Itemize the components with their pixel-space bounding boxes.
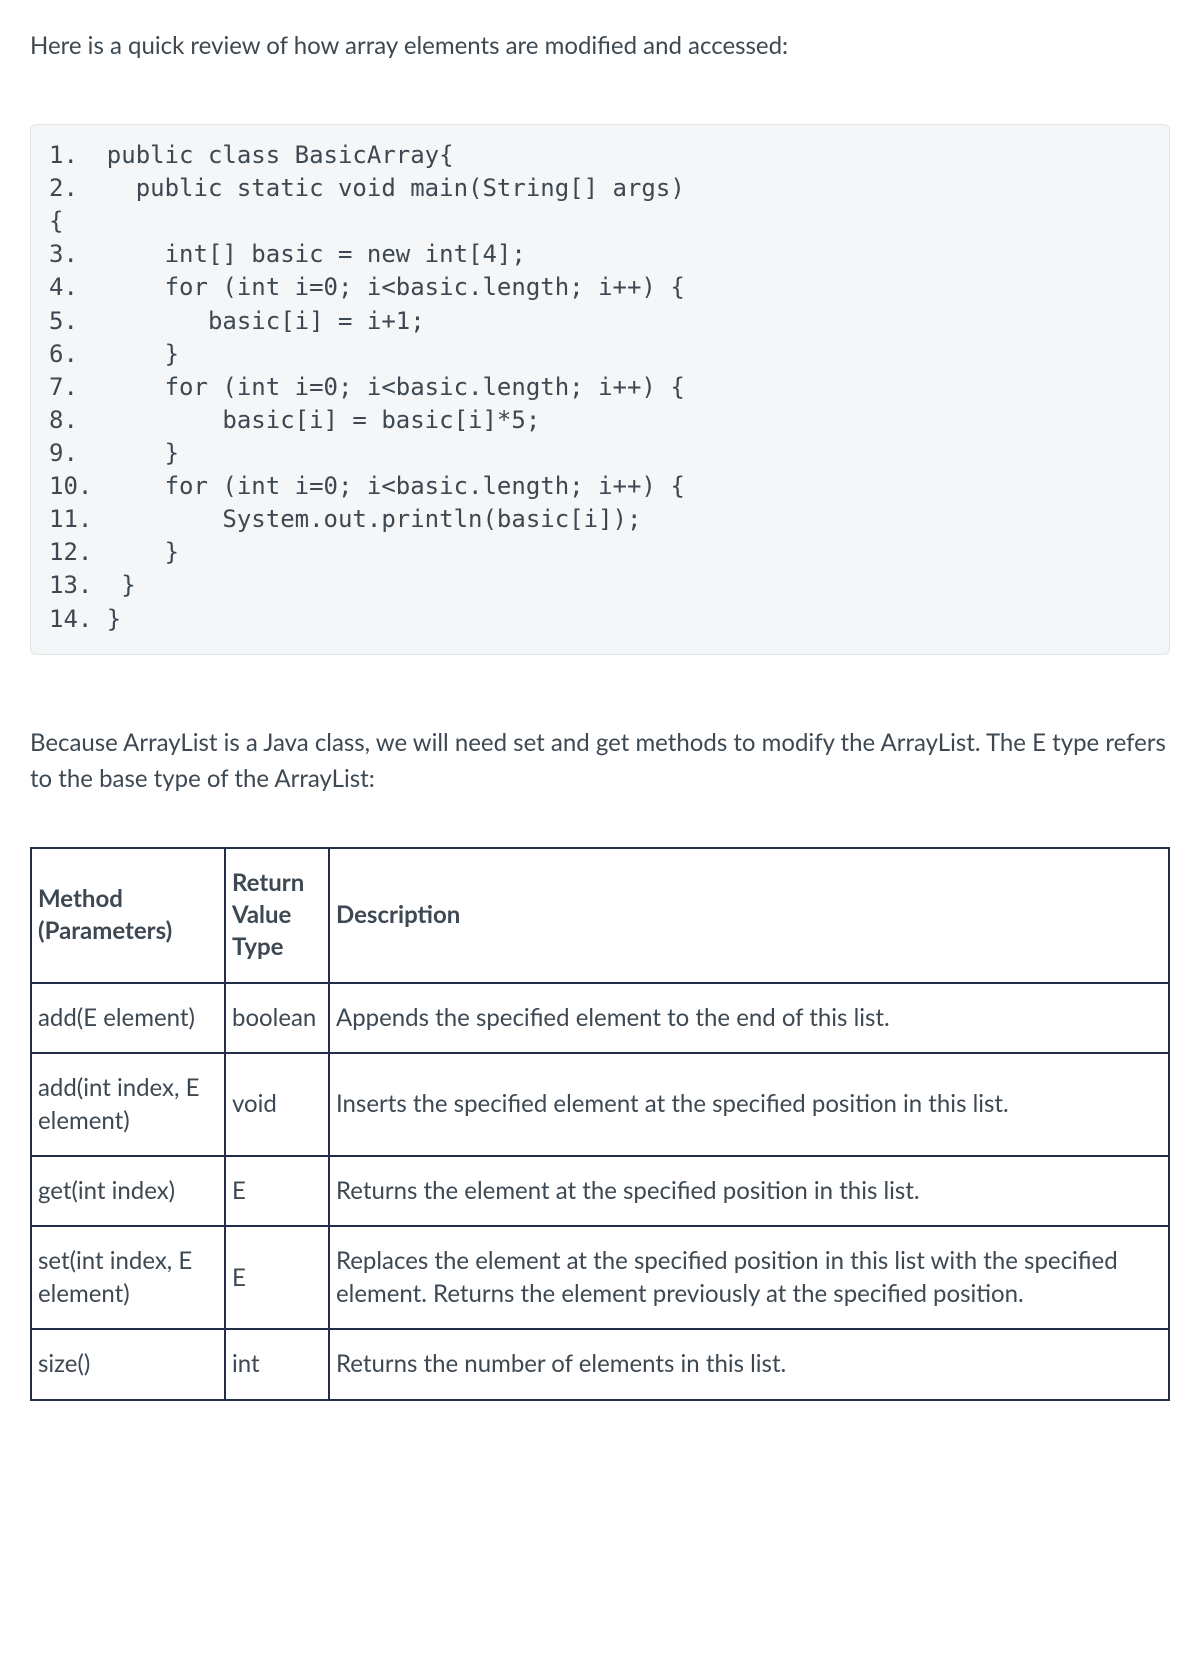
methods-table: Method (Parameters) Return Value Type De… (30, 847, 1170, 1401)
table-header-row: Method (Parameters) Return Value Type De… (31, 848, 1169, 983)
header-method: Method (Parameters) (31, 848, 225, 983)
cell-method: add(E element) (31, 983, 225, 1053)
cell-return: E (225, 1156, 329, 1226)
table-row: set(int index, E element) E Replaces the… (31, 1226, 1169, 1329)
cell-method: size() (31, 1329, 225, 1399)
cell-method: set(int index, E element) (31, 1226, 225, 1329)
header-return: Return Value Type (225, 848, 329, 983)
arraylist-paragraph: Because ArrayList is a Java class, we wi… (30, 725, 1170, 797)
cell-method: add(int index, E element) (31, 1053, 225, 1156)
table-row: add(int index, E element) void Inserts t… (31, 1053, 1169, 1156)
cell-description: Replaces the element at the specified po… (329, 1226, 1169, 1329)
cell-method: get(int index) (31, 1156, 225, 1226)
header-description: Description (329, 848, 1169, 983)
table-row: add(E element) boolean Appends the speci… (31, 983, 1169, 1053)
code-block: 1. public class BasicArray{ 2. public st… (30, 124, 1170, 655)
table-row: get(int index) E Returns the element at … (31, 1156, 1169, 1226)
table-row: size() int Returns the number of element… (31, 1329, 1169, 1399)
intro-paragraph: Here is a quick review of how array elem… (30, 28, 1170, 64)
cell-description: Returns the element at the specified pos… (329, 1156, 1169, 1226)
cell-description: Appends the specified element to the end… (329, 983, 1169, 1053)
cell-return: int (225, 1329, 329, 1399)
cell-return: void (225, 1053, 329, 1156)
cell-description: Inserts the specified element at the spe… (329, 1053, 1169, 1156)
cell-return: E (225, 1226, 329, 1329)
cell-description: Returns the number of elements in this l… (329, 1329, 1169, 1399)
cell-return: boolean (225, 983, 329, 1053)
